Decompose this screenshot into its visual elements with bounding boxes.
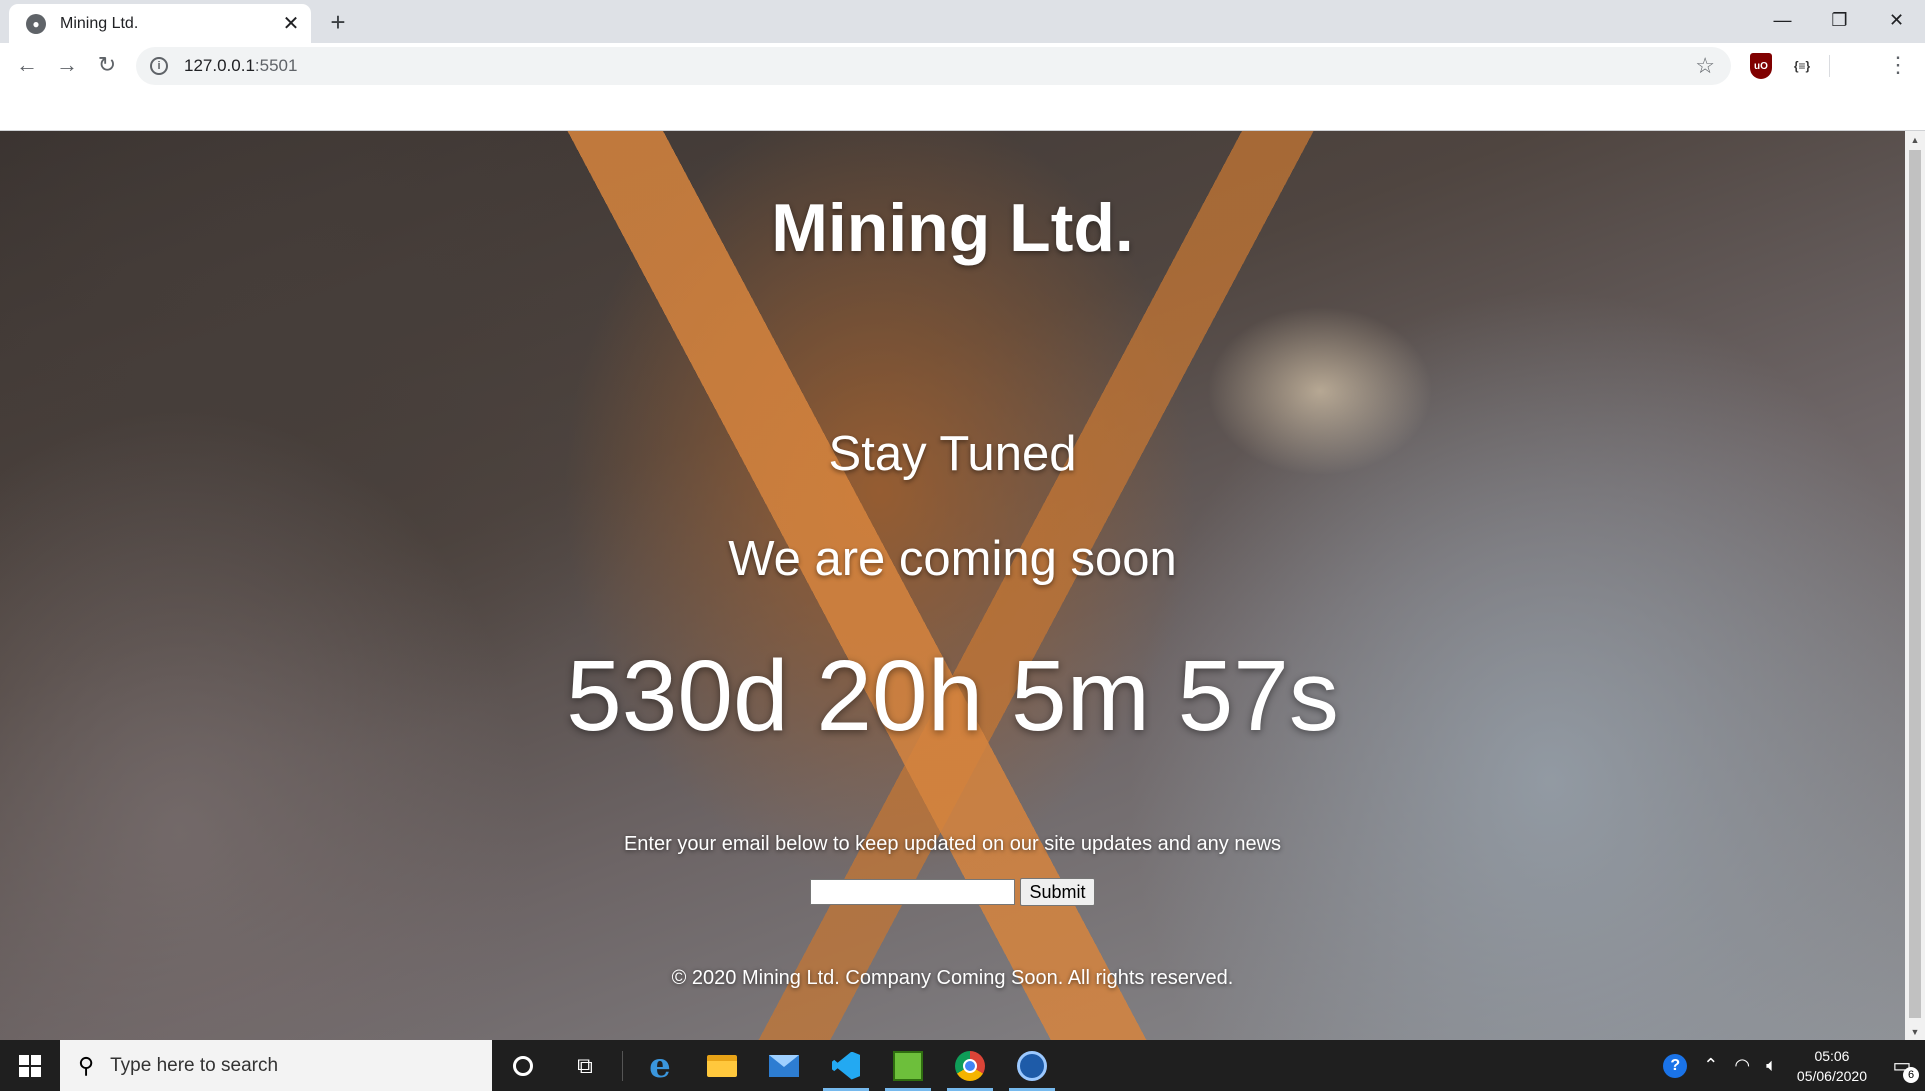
scroll-up-arrow-icon[interactable]: ▲	[1905, 131, 1925, 148]
info-icon[interactable]: i	[150, 57, 168, 75]
stay-tuned-heading: Stay Tuned	[828, 427, 1077, 481]
forward-arrow-icon[interactable]: →	[51, 49, 83, 81]
edge-icon: e	[649, 1045, 671, 1086]
email-input[interactable]	[810, 879, 1016, 905]
taskbar-vscode[interactable]	[815, 1040, 877, 1091]
browser-toolbar: ← → ↻ i 127.0.0.1:5501 ☆ uO {≡} ⋮	[0, 43, 1925, 88]
volume-icon[interactable]: 🔈︎	[1758, 1055, 1785, 1076]
help-icon: ?	[1663, 1053, 1688, 1078]
chrome-icon	[955, 1050, 985, 1081]
start-button[interactable]	[0, 1040, 60, 1091]
task-view-icon: ⧉	[577, 1052, 593, 1078]
taskbar-file-explorer[interactable]	[691, 1040, 753, 1091]
reload-icon[interactable]: ↻	[91, 49, 123, 81]
windows-logo-icon	[19, 1054, 41, 1077]
vscode-icon	[832, 1051, 860, 1080]
action-center-button[interactable]: ▭ 6	[1879, 1040, 1925, 1091]
help-tray-button[interactable]: ?	[1655, 1053, 1695, 1078]
bookmark-star-icon[interactable]: ☆	[1695, 53, 1715, 79]
window-controls: — ❐ ✕	[1754, 0, 1925, 40]
page-viewport: Mining Ltd. Stay Tuned We are coming soo…	[0, 131, 1905, 1040]
countdown-timer: 530d 20h 5m 57s	[566, 640, 1339, 752]
url-host: 127.0.0.1	[184, 56, 255, 75]
task-view-button[interactable]: ⧉	[554, 1040, 616, 1091]
taskbar-search[interactable]: ⚲ Type here to search	[60, 1040, 492, 1091]
address-bar[interactable]: i 127.0.0.1:5501 ☆	[136, 47, 1731, 85]
notification-count: 6	[1903, 1067, 1919, 1083]
mail-icon	[769, 1054, 799, 1077]
toolbar-divider	[1829, 55, 1830, 77]
coming-soon-heading: We are coming soon	[728, 532, 1177, 586]
tray-clock[interactable]: 05:06 05/06/2020	[1785, 1046, 1879, 1086]
site-title: Mining Ltd.	[771, 190, 1134, 266]
system-tray: ? ⌃ ◠ 🔈︎ 05:06 05/06/2020 ▭ 6	[1655, 1040, 1925, 1091]
cortana-button[interactable]	[492, 1040, 554, 1091]
file-explorer-icon	[707, 1054, 737, 1077]
close-tab-icon[interactable]: ✕	[277, 10, 305, 38]
subscribe-form: Submit	[0, 878, 1905, 906]
clock-time: 05:06	[1814, 1047, 1850, 1064]
back-arrow-icon[interactable]: ←	[11, 49, 43, 81]
restore-icon[interactable]: ❐	[1811, 0, 1868, 40]
taskbar-obs[interactable]	[1001, 1040, 1063, 1091]
scroll-thumb[interactable]	[1909, 150, 1921, 1018]
taskbar-edge[interactable]: e	[629, 1040, 691, 1091]
globe-icon: ●	[26, 13, 46, 34]
network-icon[interactable]: ◠	[1726, 1055, 1758, 1076]
subscribe-description: Enter your email below to keep updated o…	[623, 833, 1282, 855]
tab-title: Mining Ltd.	[60, 14, 139, 32]
taskbar-divider	[622, 1050, 623, 1081]
url-port: :5501	[254, 56, 298, 75]
taskbar-mail[interactable]	[753, 1040, 815, 1091]
clock-date: 05/06/2020	[1796, 1067, 1867, 1084]
scroll-down-arrow-icon[interactable]: ▼	[1905, 1023, 1925, 1040]
bookmark-bar-area	[0, 88, 1925, 131]
footer-copyright: © 2020 Mining Ltd. Company Coming Soon. …	[671, 967, 1234, 989]
new-tab-button[interactable]: +	[322, 6, 354, 38]
ublock-extension-icon[interactable]: uO	[1750, 53, 1772, 79]
app-icon	[893, 1050, 923, 1081]
submit-button[interactable]: Submit	[1020, 878, 1095, 906]
kebab-menu-icon[interactable]: ⋮	[1884, 51, 1912, 79]
url-text: 127.0.0.1:5501	[184, 56, 297, 76]
search-placeholder: Type here to search	[110, 1054, 279, 1076]
cortana-icon	[513, 1055, 533, 1076]
obs-icon	[1017, 1050, 1047, 1081]
tab-strip: ● Mining Ltd. ✕ + — ❐ ✕	[0, 0, 1925, 43]
search-icon: ⚲	[78, 1052, 95, 1078]
json-extension-icon[interactable]: {≡}	[1788, 53, 1816, 79]
minimize-icon[interactable]: —	[1754, 0, 1811, 40]
taskbar-app[interactable]	[877, 1040, 939, 1091]
close-window-icon[interactable]: ✕	[1868, 0, 1925, 40]
browser-tab[interactable]: ● Mining Ltd. ✕	[9, 4, 311, 43]
show-hidden-icons-chevron-icon[interactable]: ⌃	[1695, 1055, 1726, 1076]
coming-soon-hero: Mining Ltd. Stay Tuned We are coming soo…	[0, 131, 1905, 1040]
vertical-scrollbar[interactable]: ▲ ▼	[1905, 131, 1925, 1040]
windows-taskbar: ⚲ Type here to search ⧉ e ? ⌃ ◠ 🔈︎ 05:06…	[0, 1040, 1925, 1091]
taskbar-chrome[interactable]	[939, 1040, 1001, 1091]
